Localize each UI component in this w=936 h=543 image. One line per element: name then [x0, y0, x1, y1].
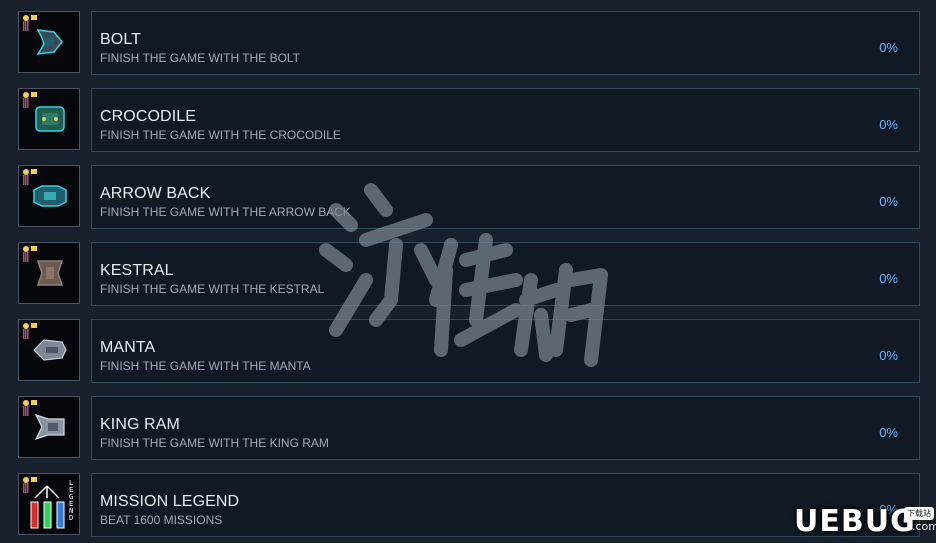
achievement-title: CROCODILE	[100, 108, 197, 125]
achievement-icon	[18, 319, 80, 381]
achievement-description: FINISH THE GAME WITH THE ARROW BACK	[100, 205, 351, 219]
achievement-panel: KING RAM FINISH THE GAME WITH THE KING R…	[91, 396, 920, 460]
achievement-panel: BOLT FINISH THE GAME WITH THE BOLT 0%	[91, 11, 920, 75]
achievement-percent: 0%	[879, 40, 898, 55]
crocodile-ship-icon	[35, 106, 65, 132]
achievement-icon	[18, 242, 80, 304]
achievement-description: FINISH THE GAME WITH THE KING RAM	[100, 436, 329, 450]
arrow-back-ship-icon	[33, 185, 67, 207]
achievement-row: CROCODILE FINISH THE GAME WITH THE CROCO…	[0, 88, 936, 152]
achievement-panel: MANTA FINISH THE GAME WITH THE MANTA 0%	[91, 319, 920, 383]
achievement-icon	[18, 88, 80, 150]
achievement-row: MANTA FINISH THE GAME WITH THE MANTA 0%	[0, 319, 936, 383]
achievement-description: BEAT 1600 MISSIONS	[100, 513, 223, 527]
achievement-icon	[18, 165, 80, 227]
brand-tag: 下载站	[904, 507, 934, 520]
achievement-row: BOLT FINISH THE GAME WITH THE BOLT 0%	[0, 11, 936, 75]
achievement-icon	[18, 11, 80, 73]
legend-icon-text: LEGEND	[69, 479, 74, 522]
legend-bars-icon	[30, 485, 65, 529]
kestral-ship-icon	[36, 260, 64, 286]
achievement-description: FINISH THE GAME WITH THE CROCODILE	[100, 128, 341, 142]
achievement-title: KING RAM	[100, 416, 180, 433]
brand-name: UEBUG	[794, 504, 916, 539]
manta-ship-icon	[33, 339, 67, 361]
achievement-row: KESTRAL FINISH THE GAME WITH THE KESTRAL…	[0, 242, 936, 306]
achievement-title: KESTRAL	[100, 262, 174, 279]
achievement-panel: CROCODILE FINISH THE GAME WITH THE CROCO…	[91, 88, 920, 152]
achievement-percent: 0%	[879, 117, 898, 132]
achievement-title: MANTA	[100, 339, 156, 356]
achievement-title: ARROW BACK	[100, 185, 211, 202]
achievement-title: MISSION LEGEND	[100, 493, 240, 510]
achievement-description: FINISH THE GAME WITH THE BOLT	[100, 51, 301, 65]
achievement-percent: 0%	[879, 425, 898, 440]
achievement-icon: LEGEND	[18, 473, 80, 535]
achievement-panel: KESTRAL FINISH THE GAME WITH THE KESTRAL…	[91, 242, 920, 306]
achievement-panel: ARROW BACK FINISH THE GAME WITH THE ARRO…	[91, 165, 920, 229]
bolt-ship-icon	[36, 29, 63, 55]
brand-logo: UEBUG 下载站 .com	[786, 502, 936, 539]
achievement-percent: 0%	[879, 271, 898, 286]
achievement-title: BOLT	[100, 31, 142, 48]
brand-suffix: .com	[912, 520, 936, 533]
achievement-percent: 0%	[879, 348, 898, 363]
achievement-description: FINISH THE GAME WITH THE MANTA	[100, 359, 311, 373]
achievement-row: KING RAM FINISH THE GAME WITH THE KING R…	[0, 396, 936, 460]
achievement-percent: 0%	[879, 194, 898, 209]
king-ram-ship-icon	[34, 413, 65, 441]
achievement-description: FINISH THE GAME WITH THE KESTRAL	[100, 282, 325, 296]
achievement-row: ARROW BACK FINISH THE GAME WITH THE ARRO…	[0, 165, 936, 229]
achievement-icon	[18, 396, 80, 458]
